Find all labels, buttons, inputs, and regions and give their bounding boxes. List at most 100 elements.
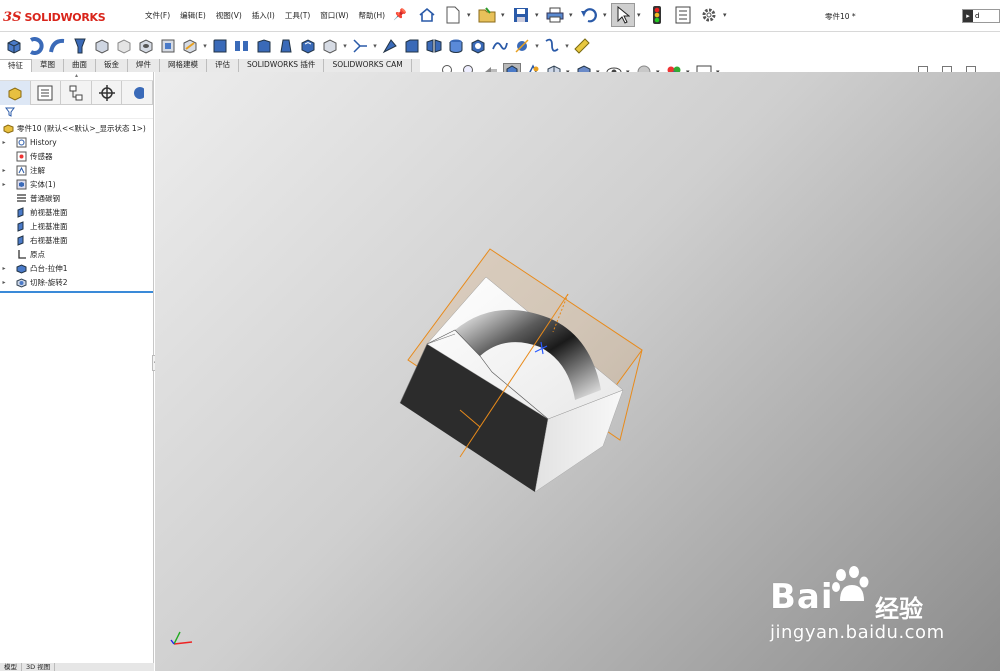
- search-command-icon[interactable]: ▸: [963, 10, 973, 22]
- property-manager-tab-icon[interactable]: [31, 81, 62, 105]
- save-dropdown-icon[interactable]: ▾: [535, 11, 541, 19]
- expand-arrow-icon[interactable]: ▸: [0, 167, 8, 174]
- options-gear-icon[interactable]: [697, 3, 721, 27]
- tab-cam[interactable]: SOLIDWORKS CAM: [324, 59, 412, 72]
- tree-item-origin[interactable]: 原点: [0, 247, 153, 261]
- open-dropdown-icon[interactable]: ▾: [501, 11, 507, 19]
- tab-evaluate[interactable]: 评估: [207, 59, 239, 72]
- curves-dropdown-icon[interactable]: ▾: [534, 42, 540, 50]
- fillet-icon[interactable]: [210, 36, 230, 56]
- wrap-icon[interactable]: [320, 36, 340, 56]
- instant3d-icon[interactable]: [380, 36, 400, 56]
- open-folder-icon[interactable]: [475, 3, 499, 27]
- helix-dropdown-icon[interactable]: ▾: [564, 42, 570, 50]
- select-dropdown-icon[interactable]: ▾: [637, 11, 643, 19]
- boundary-boss-icon[interactable]: [92, 36, 112, 56]
- tree-item-material[interactable]: 普通碳钢: [0, 191, 153, 205]
- select-cursor-icon[interactable]: [611, 3, 635, 27]
- tab-surfaces[interactable]: 曲面: [64, 59, 96, 72]
- helix-icon[interactable]: [542, 36, 562, 56]
- menu-tools[interactable]: 工具(T): [280, 10, 315, 21]
- tab-mesh-modeling[interactable]: 网格建模: [160, 59, 207, 72]
- options-dropdown-icon[interactable]: ▾: [723, 11, 729, 19]
- swept-boss-icon[interactable]: [48, 36, 68, 56]
- revolved-boss-icon[interactable]: [26, 36, 46, 56]
- tab-addins[interactable]: SOLIDWORKS 插件: [239, 59, 325, 72]
- tree-item-right-plane[interactable]: 右视基准面: [0, 233, 153, 247]
- print-icon[interactable]: [543, 3, 567, 27]
- collapse-panel-icon[interactable]: ▴: [0, 72, 153, 81]
- tree-item-label: 上视基准面: [30, 221, 68, 231]
- home-icon[interactable]: [415, 3, 439, 27]
- tree-item-solid-bodies[interactable]: ▸ 实体(1): [0, 177, 153, 191]
- search-box[interactable]: ▸: [962, 9, 1000, 23]
- tab-3d-views[interactable]: 3D 视图: [22, 663, 56, 671]
- linear-pattern-icon[interactable]: [232, 36, 252, 56]
- tree-root-label: 零件10 (默认<<默认>_显示状态 1>): [17, 123, 146, 133]
- tab-features[interactable]: 特征: [0, 59, 32, 72]
- lofted-boss-icon[interactable]: [70, 36, 90, 56]
- reference-geometry-icon[interactable]: [350, 36, 370, 56]
- menu-window[interactable]: 窗口(W): [315, 10, 353, 21]
- tree-item-annotations[interactable]: ▸ 注解: [0, 163, 153, 177]
- undo-dropdown-icon[interactable]: ▾: [603, 11, 609, 19]
- expand-arrow-icon[interactable]: ▸: [0, 139, 8, 146]
- save-icon[interactable]: [509, 3, 533, 27]
- block-body[interactable]: [399, 276, 624, 493]
- search-input[interactable]: [973, 10, 997, 22]
- filter-icon[interactable]: [5, 107, 15, 117]
- dimxpert-manager-tab-icon[interactable]: [92, 81, 123, 105]
- ref-geom-dropdown-icon[interactable]: ▾: [372, 42, 378, 50]
- intersect-icon[interactable]: [468, 36, 488, 56]
- new-document-icon[interactable]: [441, 3, 465, 27]
- extruded-boss-icon[interactable]: [4, 36, 24, 56]
- tree-item-front-plane[interactable]: 前视基准面: [0, 205, 153, 219]
- rollback-bar[interactable]: [0, 291, 153, 293]
- measure-icon[interactable]: [572, 36, 592, 56]
- hole-wizard-icon[interactable]: [136, 36, 156, 56]
- shell-icon[interactable]: [298, 36, 318, 56]
- tree-root-part[interactable]: 零件10 (默认<<默认>_显示状态 1>): [0, 121, 153, 135]
- chamfer-icon[interactable]: [402, 36, 422, 56]
- draft-icon[interactable]: [276, 36, 296, 56]
- expand-arrow-icon[interactable]: ▸: [0, 181, 8, 188]
- print-dropdown-icon[interactable]: ▾: [569, 11, 575, 19]
- revolved-cut-icon[interactable]: [158, 36, 178, 56]
- rebuild-traffic-light-icon[interactable]: [645, 3, 669, 27]
- tab-sheet-metal[interactable]: 钣金: [96, 59, 128, 72]
- menu-edit[interactable]: 编辑(E): [175, 10, 211, 21]
- curves-icon[interactable]: [490, 36, 510, 56]
- tree-item-sensors[interactable]: 传感器: [0, 149, 153, 163]
- tab-sketch[interactable]: 草图: [32, 59, 64, 72]
- tree-filter[interactable]: [0, 105, 153, 119]
- menu-file[interactable]: 文件(F): [140, 10, 175, 21]
- undo-icon[interactable]: [577, 3, 601, 27]
- watermark-brand: Bai: [770, 577, 834, 617]
- file-properties-icon[interactable]: [671, 3, 695, 27]
- tab-weldments[interactable]: 焊件: [128, 59, 160, 72]
- expand-arrow-icon[interactable]: ▸: [0, 265, 8, 272]
- pin-menu-icon[interactable]: 📌: [393, 8, 407, 22]
- pattern-dropdown-icon[interactable]: ▾: [342, 42, 348, 50]
- menu-insert[interactable]: 插入(I): [247, 10, 280, 21]
- rib-icon[interactable]: [254, 36, 274, 56]
- feature-manager-tab-icon[interactable]: [0, 81, 31, 105]
- split-line-icon[interactable]: [512, 36, 532, 56]
- configuration-manager-tab-icon[interactable]: [61, 81, 92, 105]
- expand-arrow-icon[interactable]: ▸: [0, 279, 8, 286]
- mirror-icon[interactable]: [424, 36, 444, 56]
- solidworks-logo[interactable]: 3S SOLIDWORKS: [3, 5, 128, 29]
- swept-cut-icon[interactable]: [180, 36, 200, 56]
- menu-view[interactable]: 视图(V): [211, 10, 247, 21]
- tree-item-history[interactable]: ▸ History: [0, 135, 153, 149]
- cut-dropdown-icon[interactable]: ▾: [202, 42, 208, 50]
- tree-item-top-plane[interactable]: 上视基准面: [0, 219, 153, 233]
- tree-item-cut-revolve[interactable]: ▸ 切除-旋转2: [0, 275, 153, 289]
- extruded-cut-icon[interactable]: [114, 36, 134, 56]
- new-dropdown-icon[interactable]: ▾: [467, 11, 473, 19]
- dome-icon[interactable]: [446, 36, 466, 56]
- display-manager-tab-icon[interactable]: [122, 81, 153, 105]
- menu-help[interactable]: 帮助(H): [354, 10, 391, 21]
- tab-model[interactable]: 模型: [0, 663, 22, 671]
- tree-item-extrude[interactable]: ▸ 凸台-拉伸1: [0, 261, 153, 275]
